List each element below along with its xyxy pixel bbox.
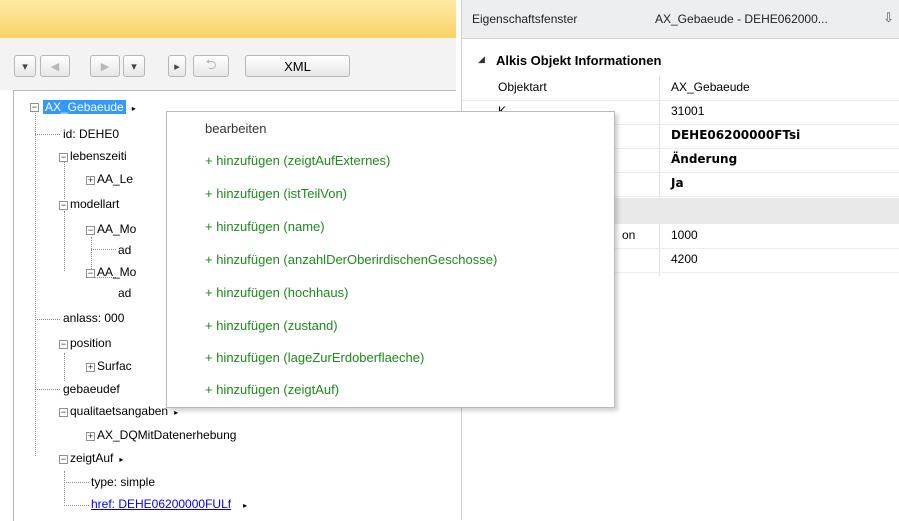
collapse-toggle[interactable]: − <box>59 340 68 349</box>
tree-line <box>35 111 36 456</box>
property-value: 1000 <box>671 228 698 242</box>
tree-node-root[interactable]: AX_Gebaeude ▸ <box>43 100 136 116</box>
chevron-down-icon: ▾ <box>131 60 137 73</box>
arrow-left-icon: ◀ <box>50 60 60 73</box>
menu-item-add-zustand[interactable]: + hinzufügen (zustand) <box>205 318 338 333</box>
tree-node-aa-mo[interactable]: AA_Mo <box>97 265 136 280</box>
tree-line <box>35 134 60 135</box>
undo-button[interactable]: ⮌ <box>193 55 229 77</box>
tree-node-id[interactable]: id: DEHE0 <box>63 127 119 142</box>
submenu-arrow-icon: ▸ <box>131 104 136 113</box>
submenu-arrow-icon: ▸ <box>119 455 124 464</box>
menu-item-add-lagezurerdoberflaeche[interactable]: + hinzufügen (lageZurErdoberflaeche) <box>205 350 424 365</box>
collapse-toggle[interactable]: − <box>86 269 95 278</box>
more-button[interactable]: ▸ <box>168 55 186 77</box>
panel-header-bar <box>0 0 456 39</box>
property-value: Ja <box>671 176 684 190</box>
property-value: DEHE06200000FTsi <box>671 128 801 142</box>
panel-title: Eigenschaftsfenster <box>472 12 578 26</box>
xml-button-label: XML <box>284 58 311 74</box>
expand-toggle[interactable]: + <box>86 432 95 441</box>
collapse-toggle[interactable]: − <box>59 201 68 210</box>
tree-node-position[interactable]: position <box>70 336 111 351</box>
expand-toggle[interactable]: + <box>86 176 95 185</box>
tree-line <box>64 471 65 503</box>
tree-node-href[interactable]: href: DEHE06200000FULf ▸ <box>91 497 247 513</box>
property-value: 31001 <box>671 104 705 118</box>
tree-line <box>35 319 60 320</box>
collapse-toggle[interactable]: − <box>59 153 68 162</box>
collapse-toggle[interactable]: − <box>59 455 68 464</box>
submenu-arrow-icon: ▸ <box>243 501 248 510</box>
menu-item-add-anzahl-geschosse[interactable]: + hinzufügen (anzahlDerOberirdischenGesc… <box>205 252 497 267</box>
pin-icon[interactable]: ⇩ <box>883 10 894 26</box>
context-menu: bearbeiten + hinzufügen (zeigtAufExterne… <box>166 111 615 408</box>
collapse-toggle[interactable]: − <box>59 408 68 417</box>
collapse-toggle[interactable]: − <box>30 103 39 112</box>
tree-line <box>64 353 65 381</box>
dropdown-left-button[interactable]: ▾ <box>14 55 36 77</box>
tree-node-zeigtauf[interactable]: zeigtAuf ▸ <box>70 451 123 467</box>
property-value: 4200 <box>671 252 698 266</box>
back-button[interactable]: ◀ <box>40 55 70 77</box>
collapse-triangle-icon[interactable]: ◢ <box>478 54 485 65</box>
xml-button[interactable]: XML <box>245 55 350 77</box>
property-name: on <box>622 228 636 242</box>
menu-item-add-zeigtaufexternes[interactable]: + hinzufügen (zeigtAufExternes) <box>205 153 390 168</box>
tree-node-ad[interactable]: ad <box>118 286 131 301</box>
properties-header: Eigenschaftsfenster AX_Gebaeude - DEHE06… <box>462 0 899 39</box>
expand-toggle[interactable]: + <box>86 363 95 372</box>
menu-item-add-zeigtauf[interactable]: + hinzufügen (zeigtAuf) <box>205 382 339 397</box>
tree-node-gebaeudef[interactable]: gebaeudef <box>63 382 120 397</box>
tree-node-aa-le[interactable]: AA_Le <box>97 172 133 187</box>
tree-line <box>64 482 89 483</box>
menu-item-edit[interactable]: bearbeiten <box>205 121 266 136</box>
property-name: Objektart <box>498 80 547 94</box>
tree-line <box>35 389 60 390</box>
category-header[interactable]: ◢ Alkis Objekt Informationen <box>462 48 899 74</box>
return-icon: ⮌ <box>205 56 217 72</box>
tree-node-label: zeigtAuf <box>70 451 114 465</box>
tree-line <box>91 249 116 250</box>
toolbar: ▾ ◀ ▶ ▾ ▸ ⮌ XML <box>0 38 456 90</box>
menu-item-add-name[interactable]: + hinzufügen (name) <box>205 219 325 234</box>
tree-line <box>64 505 89 506</box>
tree-node-ad[interactable]: ad <box>118 243 131 258</box>
submenu-arrow-icon: ▸ <box>174 408 179 417</box>
forward-button[interactable]: ▶ <box>90 55 120 77</box>
category-title: Alkis Objekt Informationen <box>496 53 662 68</box>
tree-node-aa-mo[interactable]: AA_Mo <box>97 222 136 237</box>
chevron-down-icon: ▾ <box>22 60 28 73</box>
tree-node-label: qualitaetsangaben <box>70 404 169 418</box>
tree-line <box>64 161 65 199</box>
menu-item-add-hochhaus[interactable]: + hinzufügen (hochhaus) <box>205 285 348 300</box>
tree-node-surface[interactable]: Surfac <box>97 359 132 374</box>
arrow-right-icon: ▶ <box>100 60 110 73</box>
chevron-right-icon: ▸ <box>174 60 180 73</box>
tree-node-modellart[interactable]: modellart <box>70 197 119 212</box>
href-link[interactable]: href: DEHE06200000FULf <box>91 497 231 511</box>
object-title: AX_Gebaeude - DEHE062000... <box>655 12 828 26</box>
property-value: AX_Gebaeude <box>671 80 750 94</box>
tree-node-label: AX_Gebaeude <box>43 100 126 114</box>
tree-line <box>64 211 65 271</box>
tree-node-type[interactable]: type: simple <box>91 475 155 490</box>
collapse-toggle[interactable]: − <box>86 226 95 235</box>
tree-node-qualitaetsangaben[interactable]: qualitaetsangaben ▸ <box>70 404 178 420</box>
menu-item-add-istteilvon[interactable]: + hinzufügen (istTeilVon) <box>205 186 347 201</box>
property-row[interactable]: Objektart AX_Gebaeude <box>462 76 899 101</box>
tree-node-anlass[interactable]: anlass: 000 <box>63 311 124 326</box>
property-value: Änderung <box>671 152 738 166</box>
tree-node-lebenszeit[interactable]: lebenszeiti <box>70 149 127 164</box>
dropdown-right-button[interactable]: ▾ <box>123 55 145 77</box>
tree-node-dqm[interactable]: AX_DQMitDatenerhebung <box>97 428 236 443</box>
